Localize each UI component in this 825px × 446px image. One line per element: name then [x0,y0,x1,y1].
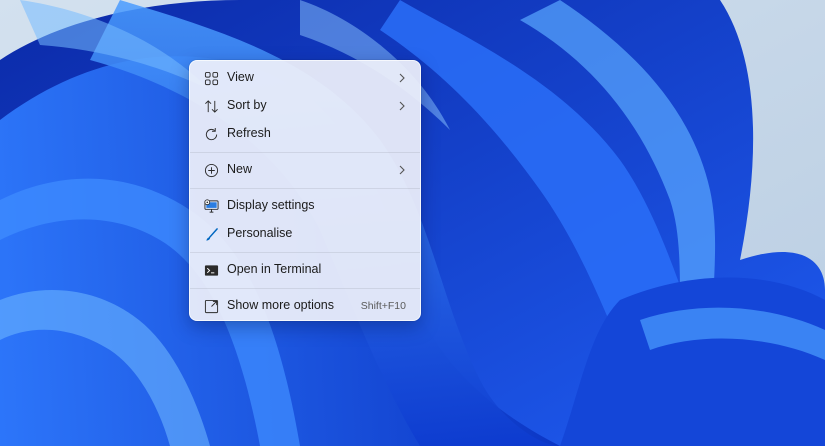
display-settings-icon [204,199,219,213]
menu-item-label: New [227,162,253,176]
refresh-icon [205,127,218,141]
menu-item-new[interactable]: New [194,156,416,184]
chevron-right-icon [399,101,405,111]
menu-item-personalise[interactable]: Personalise [194,220,416,248]
menu-item-open-in-terminal[interactable]: Open in Terminal [194,256,416,284]
menu-item-label: Refresh [227,126,271,140]
brush-icon [206,228,218,241]
menu-item-label: View [227,70,254,84]
menu-separator [190,151,420,153]
menu-item-label: Personalise [227,226,293,240]
desktop[interactable]: View Sort by Refresh New Display setting… [0,0,825,446]
chevron-right-icon [399,73,405,83]
menu-item-label: Sort by [227,98,267,112]
menu-item-sort-by[interactable]: Sort by [194,92,416,120]
chevron-right-icon [399,165,405,175]
menu-item-refresh[interactable]: Refresh [194,120,416,148]
menu-separator [190,251,420,253]
menu-item-view[interactable]: View [194,64,416,92]
terminal-icon [204,265,219,276]
menu-separator [190,187,420,189]
menu-item-label: Open in Terminal [227,262,322,276]
keyboard-shortcut: Shift+F10 [360,300,406,312]
menu-item-display-settings[interactable]: Display settings [194,192,416,220]
menu-item-label: Show more options [227,298,335,312]
new-plus-icon [204,163,219,178]
menu-item-show-more-options[interactable]: Show more options Shift+F10 [194,292,416,320]
sort-icon [205,100,218,113]
view-grid-icon [204,71,219,86]
menu-item-label: Display settings [227,198,315,212]
more-options-icon [204,299,219,314]
menu-separator [190,287,420,289]
desktop-context-menu: View Sort by Refresh New Display setting… [189,60,421,321]
